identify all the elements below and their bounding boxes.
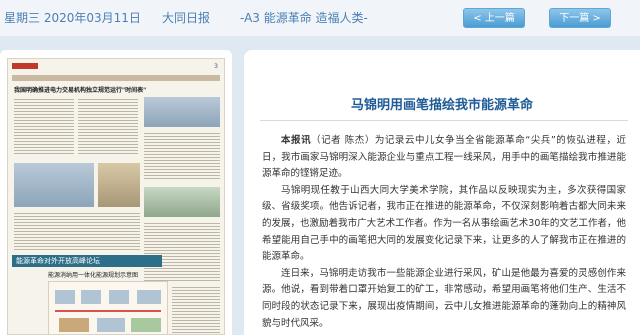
energy-diagram	[48, 281, 168, 334]
page-name: -A3 能源革命 造福人类-	[240, 11, 368, 25]
header-stripe	[12, 75, 220, 81]
text-block	[144, 131, 220, 181]
article-paragraph: 本报讯（记者 陈杰）为记录云中儿女争当全省能源革命“尖兵”的恢弘进程，近日，我市…	[262, 135, 626, 180]
text-block	[144, 221, 220, 281]
diagram-title: 能源消纳用一体化能源规划示意图	[48, 272, 139, 279]
news-photo	[98, 163, 140, 207]
article-title: 马锦明用画笔描绘我市能源革命	[350, 98, 533, 113]
news-photo	[144, 187, 220, 217]
previous-article-button[interactable]: < 上一篇	[463, 8, 525, 28]
text-block	[14, 211, 140, 251]
top-bar: 星期三 2020年03月11日 大同日报 -A3 能源革命 造福人类- < 上一…	[0, 0, 640, 36]
page-thumbnail[interactable]: 3 我国明确推进电力交易机构独立规范运行"时间表" 能源革命对外开放高峰论坛 能…	[7, 58, 225, 335]
text-block	[172, 285, 220, 334]
article-paragraph: 马锦明现任教于山西大同大学美术学院，其作品以反映现实为主，多次获得国家级、省级奖…	[262, 184, 626, 263]
page-thumbnail-panel: 3 我国明确推进电力交易机构独立规范运行"时间表" 能源革命对外开放高峰论坛 能…	[0, 50, 232, 335]
issue-date: 星期三 2020年03月11日	[4, 11, 141, 25]
thumbnail-banner: 能源革命对外开放高峰论坛	[12, 255, 162, 267]
next-article-button[interactable]: 下一篇 >	[549, 8, 611, 28]
text-block	[14, 97, 74, 155]
thumbnail-headline: 我国明确推进电力交易机构独立规范运行"时间表"	[14, 87, 147, 94]
article-paragraph: 连日来，马锦明走访我市一些能源企业进行采风，矿山是他最为喜爱的灵感创作来源。他说…	[262, 267, 626, 329]
thumbnail-page-number: 3	[214, 63, 218, 70]
title-divider	[260, 120, 628, 121]
article-panel: 马锦明用画笔描绘我市能源革命 本报讯（记者 陈杰）为记录云中儿女争当全省能源革命…	[244, 50, 640, 335]
news-photo	[14, 163, 94, 207]
text-block	[78, 97, 138, 155]
article-body: 本报讯（记者 陈杰）为记录云中儿女争当全省能源革命“尖兵”的恢弘进程，近日，我市…	[262, 133, 626, 332]
masthead-logo	[12, 63, 38, 69]
article-lead: 本报讯	[281, 135, 312, 146]
newspaper-name: 大同日报	[162, 11, 211, 25]
news-photo	[144, 97, 220, 127]
